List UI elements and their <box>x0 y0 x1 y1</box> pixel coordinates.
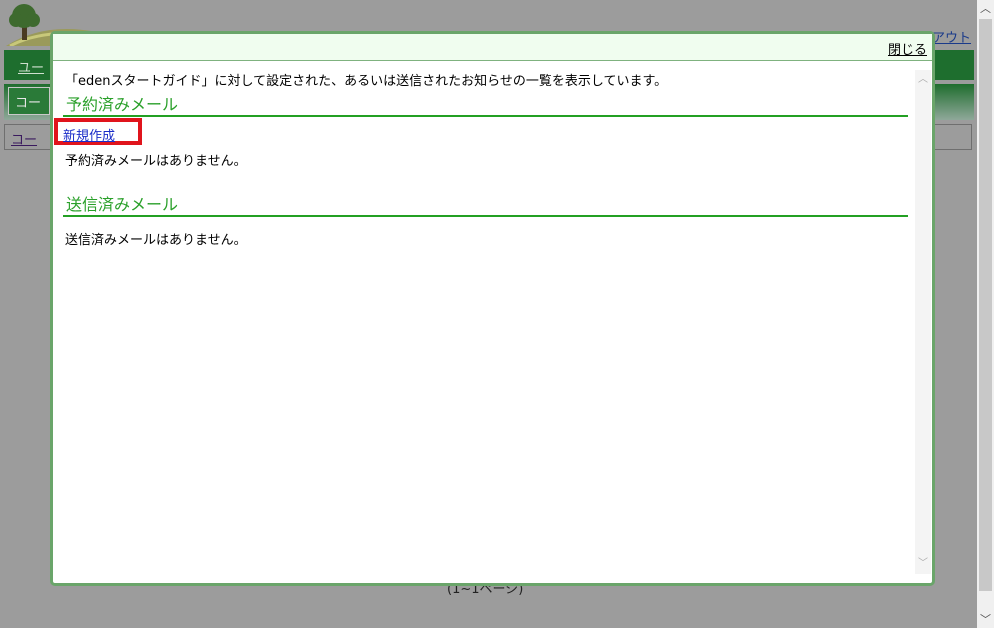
scheduled-mail-heading: 予約済みメール <box>63 91 908 117</box>
dialog-title-bar: 閉じる <box>53 34 932 61</box>
logout-link[interactable]: アウト <box>932 27 971 46</box>
notice-list-dialog: 閉じる 「edenスタートガイド」に対して設定された、あるいは送信されたお知らせ… <box>50 31 935 586</box>
tab-course[interactable]: コー <box>8 87 50 115</box>
new-mail-link[interactable]: 新規作成 <box>63 125 115 144</box>
intro-text: 「edenスタートガイド」に対して設定された、あるいは送信されたお知らせの一覧を… <box>65 74 668 89</box>
nav-item-user[interactable]: ユー <box>18 57 44 76</box>
close-button[interactable]: 閉じる <box>888 39 927 58</box>
sent-empty-text: 送信済みメールはありません。 <box>65 233 247 248</box>
page-scroll-down-icon[interactable]: ﹀ <box>977 611 994 628</box>
scroll-down-icon[interactable]: ﹀ <box>917 558 929 570</box>
scheduled-empty-text: 予約済みメールはありません。 <box>65 154 247 169</box>
dialog-scrollbar[interactable]: ︿ ﹀ <box>915 70 931 574</box>
scroll-up-icon[interactable]: ︿ <box>917 74 929 86</box>
sent-mail-heading: 送信済みメール <box>63 191 908 217</box>
page-scroll-thumb[interactable] <box>979 19 992 591</box>
page-scrollbar[interactable]: ︿ ﹀ <box>977 0 994 628</box>
course-link[interactable]: コー <box>11 129 37 148</box>
page-scroll-up-icon[interactable]: ︿ <box>977 0 994 17</box>
